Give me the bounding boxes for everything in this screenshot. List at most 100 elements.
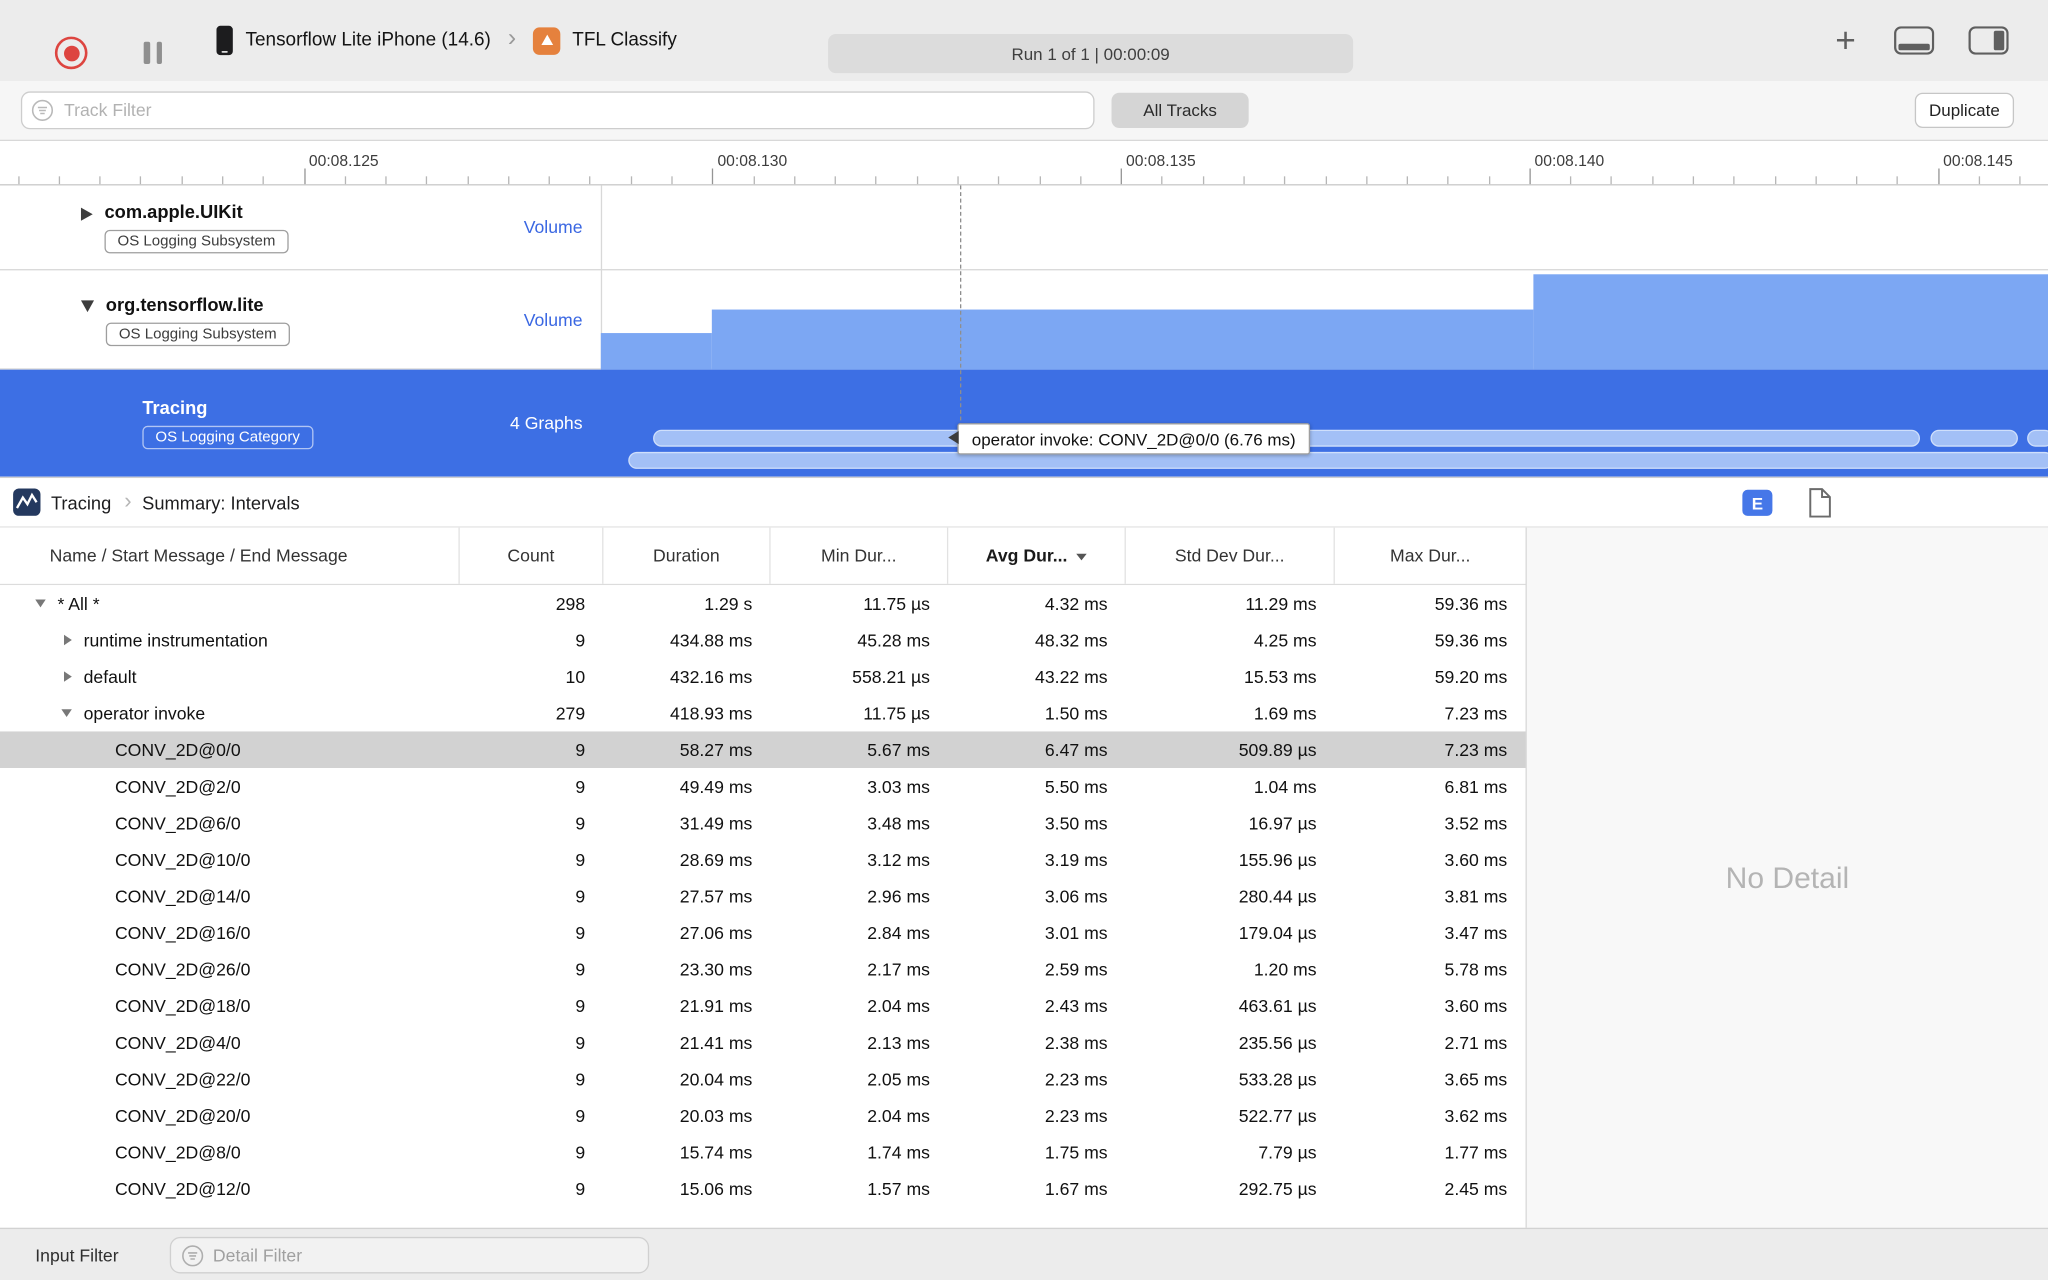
all-tracks-button[interactable]: All Tracks [1111, 92, 1249, 128]
document-icon[interactable] [1808, 487, 1833, 518]
inspection-playhead-line[interactable] [960, 185, 962, 434]
volume-bar-segment [1533, 274, 2048, 370]
table-row[interactable]: operator invoke 279 418.93 ms 11.75 µs 1.50 … [0, 695, 1526, 732]
cell-max: 3.52 ms [1444, 813, 1508, 833]
toolbar: Tensorflow Lite iPhone (14.6) › TFL Clas… [0, 0, 2048, 83]
table-row[interactable]: CONV_2D@10/0 9 28.69 ms 3.12 ms 3.19 ms 155.9… [0, 841, 1526, 878]
cell-max: 3.47 ms [1444, 922, 1508, 943]
column-header-max[interactable]: Max Dur... [1335, 528, 1526, 584]
cell-duration: 21.91 ms [679, 995, 753, 1016]
cell-avg: 1.75 ms [1044, 1142, 1108, 1162]
disclosure-down-icon[interactable] [80, 299, 95, 312]
table-row[interactable]: CONV_2D@0/0 9 58.27 ms 5.67 ms 6.47 ms 509.89… [0, 731, 1526, 768]
cell-avg: 1.50 ms [1044, 703, 1108, 723]
table-row[interactable]: CONV_2D@8/0 9 15.74 ms 1.74 ms 1.75 ms 7.79 µ… [0, 1134, 1526, 1171]
track-filter-input[interactable] [20, 91, 1095, 130]
detail-filter-input[interactable] [169, 1236, 650, 1274]
track-header-uikit[interactable]: com.apple.UIKit OS Logging Subsystem Vol… [0, 185, 601, 269]
table-row[interactable]: CONV_2D@2/0 9 49.49 ms 3.03 ms 5.50 ms 1.04 m… [0, 768, 1526, 805]
column-header-stddev[interactable]: Std Dev Dur... [1126, 527, 1335, 584]
add-instrument-button[interactable]: + [1823, 0, 1867, 81]
cell-name: CONV_2D@18/0 [0, 996, 460, 1016]
table-row[interactable]: CONV_2D@12/0 9 15.06 ms 1.57 ms 1.67 ms 292.7… [0, 1170, 1526, 1207]
track-row-uikit[interactable]: com.apple.UIKit OS Logging Subsystem Vol… [0, 185, 2048, 271]
pause-button[interactable] [143, 41, 162, 64]
disclosure-right-icon[interactable] [80, 207, 93, 221]
interval-bar[interactable] [2027, 429, 2048, 447]
ruler-tick [99, 176, 101, 185]
row-name: CONV_2D@4/0 [114, 1032, 241, 1053]
cell-duration: 21.41 ms [679, 1032, 753, 1053]
chevron-down-icon[interactable] [31, 593, 52, 614]
interval-bar[interactable] [1930, 429, 2018, 447]
column-header-min[interactable]: Min Dur... [771, 527, 949, 584]
tfl-classify-app-icon [533, 26, 561, 55]
ruler-tick [1488, 176, 1490, 185]
chevron-right-icon: › [124, 487, 132, 513]
track-header-tensorflow[interactable]: org.tensorflow.lite OS Logging Subsystem… [0, 270, 601, 368]
ruler-tick [2019, 176, 2021, 185]
interval-bar[interactable] [628, 451, 2048, 469]
expanded-detail-icon[interactable]: E [1742, 489, 1773, 516]
ruler-tick [548, 176, 551, 185]
column-header-count[interactable]: Count [460, 527, 604, 584]
table-row[interactable]: CONV_2D@6/0 9 31.49 ms 3.48 ms 3.50 ms 16.97 … [0, 805, 1526, 842]
cell-min: 11.75 µs [863, 703, 930, 723]
column-header-avg[interactable]: Avg Dur... [948, 527, 1126, 584]
table-row[interactable]: CONV_2D@16/0 9 27.06 ms 2.84 ms 3.01 ms 179.0… [0, 914, 1526, 951]
table-row[interactable]: default 10 432.16 ms 558.21 µs 43.22 ms 15.53… [0, 658, 1526, 695]
cell-count: 9 [575, 630, 586, 650]
row-name: CONV_2D@26/0 [114, 959, 251, 979]
ruler-tick [589, 176, 591, 185]
duplicate-button[interactable]: Duplicate [1914, 92, 2015, 128]
table-row[interactable]: CONV_2D@20/0 9 20.03 ms 2.04 ms 2.23 ms 522.7… [0, 1097, 1526, 1134]
cell-count: 9 [575, 813, 586, 833]
track-filter-field[interactable] [20, 91, 1095, 130]
ruler-tick [303, 168, 305, 185]
cell-std: 16.97 µs [1248, 813, 1317, 833]
record-button[interactable] [54, 36, 88, 70]
detail-filter-field[interactable] [169, 1236, 650, 1274]
toggle-bottom-pane-icon[interactable] [1894, 26, 1935, 55]
ruler-label: 00:08.135 [1126, 151, 1196, 170]
track-lane-uikit[interactable] [601, 185, 2048, 269]
breadcrumb-root[interactable]: Tracing [51, 492, 111, 513]
ruler-tick [1774, 176, 1776, 185]
ruler-tick [1897, 176, 1899, 185]
target-app-selector[interactable]: TFL Classify [572, 30, 677, 51]
cell-avg: 3.19 ms [1044, 849, 1108, 870]
column-header-duration[interactable]: Duration [603, 527, 771, 584]
ruler-tick [1529, 168, 1531, 185]
table-row[interactable]: CONV_2D@18/0 9 21.91 ms 2.04 ms 2.43 ms 463.6… [0, 987, 1526, 1024]
column-header-name[interactable]: Name / Start Message / End Message [0, 527, 460, 584]
breadcrumb-page[interactable]: Summary: Intervals [142, 492, 300, 513]
filter-bar: All Tracks Duplicate [0, 80, 2048, 142]
table-row[interactable]: * All * 298 1.29 s 11.75 µs 4.32 ms 11.29 ms 5… [0, 585, 1526, 622]
table-row[interactable]: CONV_2D@14/0 9 27.57 ms 2.96 ms 3.06 ms 280.4… [0, 878, 1526, 915]
table-row[interactable]: runtime instrumentation 9 434.88 ms 45.28 m… [0, 622, 1526, 659]
record-icon [63, 45, 80, 61]
track-row-tracing-selected[interactable]: Tracing OS Logging Category 4 Graphs ope… [0, 369, 2048, 477]
timeline-ruler[interactable]: 00:08.125 00:08.130 00:08.135 00:08.140 00:0… [0, 141, 2048, 186]
table-row[interactable]: CONV_2D@4/0 9 21.41 ms 2.13 ms 2.38 ms 235.56… [0, 1024, 1526, 1061]
chevron-right-icon[interactable] [57, 666, 78, 687]
track-lane-tracing[interactable]: operator invoke: CONV_2D@0/0 (6.76 ms) [601, 370, 2048, 477]
cell-name: CONV_2D@4/0 [0, 1032, 460, 1052]
chevron-right-icon[interactable] [57, 630, 78, 651]
table-row[interactable]: CONV_2D@26/0 9 23.30 ms 2.17 ms 2.59 ms 1.20 … [0, 951, 1526, 988]
ruler-tick [344, 176, 346, 185]
track-lane-tensorflow[interactable] [600, 270, 2048, 370]
cell-avg: 2.38 ms [1044, 1032, 1108, 1053]
sort-chevron-down-icon [1076, 553, 1088, 561]
table-row[interactable]: CONV_2D@22/0 9 20.04 ms 2.05 ms 2.23 ms 533.2… [0, 1061, 1526, 1098]
device-selector[interactable]: Tensorflow Lite iPhone (14.6) [246, 30, 491, 51]
ruler-tick [1202, 176, 1204, 185]
cell-max: 3.62 ms [1444, 1105, 1508, 1126]
cell-count: 9 [575, 886, 586, 906]
chevron-down-icon[interactable] [57, 703, 78, 724]
track-row-tensorflow[interactable]: org.tensorflow.lite OS Logging Subsystem… [0, 270, 2048, 370]
cell-min: 2.84 ms [867, 922, 930, 943]
row-name: CONV_2D@8/0 [114, 1142, 241, 1162]
track-header-tracing[interactable]: Tracing OS Logging Category 4 Graphs [0, 370, 601, 477]
toggle-right-pane-icon[interactable] [1968, 26, 2009, 55]
